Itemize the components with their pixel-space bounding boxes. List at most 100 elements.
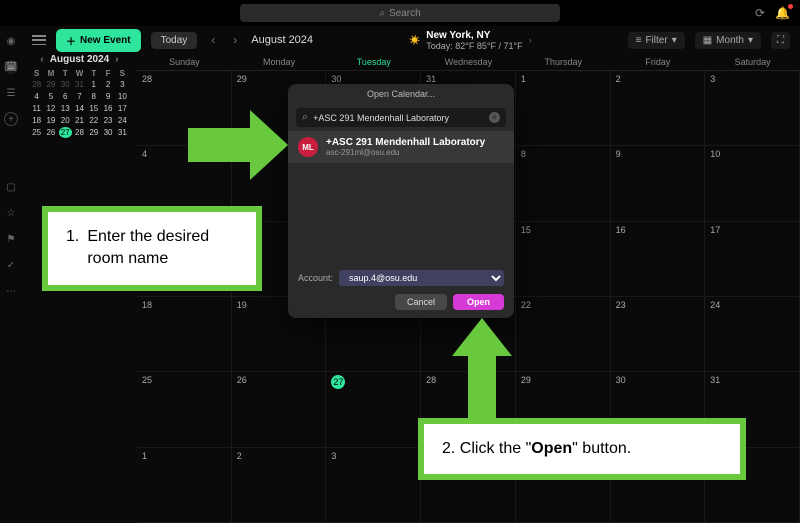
month-label: August 2024 xyxy=(251,34,313,46)
mini-day[interactable]: 6 xyxy=(59,91,72,102)
calendar-cell[interactable]: 25 xyxy=(137,372,232,447)
filter-button[interactable]: ≡ Filter ▾ xyxy=(628,32,685,49)
calendar-cell[interactable]: 23 xyxy=(611,297,706,372)
calendar-cell[interactable]: 1 xyxy=(516,71,611,146)
mini-day[interactable]: 1 xyxy=(87,79,100,90)
mini-day[interactable]: 29 xyxy=(44,79,57,90)
mini-day[interactable]: 21 xyxy=(73,115,86,126)
toolbar: ＋ New Event Today ‹ › August 2024 ☀️ New… xyxy=(22,26,800,54)
rail-item-8[interactable]: ✓ xyxy=(4,258,18,272)
calendar-cell[interactable]: 18 xyxy=(137,297,232,372)
dialog-search-input[interactable] xyxy=(313,113,484,123)
mini-day[interactable]: 29 xyxy=(87,127,100,138)
mini-day[interactable]: 31 xyxy=(73,79,86,90)
weather-city: New York, NY xyxy=(426,30,522,41)
mini-day[interactable]: 15 xyxy=(87,103,100,114)
calendar-cell[interactable]: 26 xyxy=(232,372,327,447)
expand-button[interactable]: ⛶ xyxy=(771,32,790,49)
account-select[interactable]: saup.4@osu.edu xyxy=(339,270,504,286)
mini-day[interactable]: 30 xyxy=(59,79,72,90)
clear-icon[interactable]: × xyxy=(489,112,500,123)
dow-cell: Friday xyxy=(611,54,706,70)
mini-day[interactable]: 17 xyxy=(116,103,129,114)
mini-day[interactable]: 19 xyxy=(44,115,57,126)
mini-day[interactable]: 13 xyxy=(59,103,72,114)
rail-item-1[interactable]: ◉ xyxy=(4,34,18,48)
search-result[interactable]: ML +ASC 291 Mendenhall Laboratory asc-29… xyxy=(288,131,514,163)
mini-day[interactable]: 23 xyxy=(101,115,114,126)
mini-day[interactable]: 14 xyxy=(73,103,86,114)
calendar-cell[interactable]: 2 xyxy=(232,448,327,523)
mini-day[interactable]: 28 xyxy=(73,127,86,138)
sun-icon: ☀️ xyxy=(409,35,420,46)
mini-day[interactable]: 7 xyxy=(73,91,86,102)
dow-cell: Sunday xyxy=(137,54,232,70)
mini-day[interactable]: 25 xyxy=(30,127,43,138)
calendar-cell[interactable]: 17 xyxy=(705,222,800,297)
mini-day[interactable]: 18 xyxy=(30,115,43,126)
expand-icon: ⛶ xyxy=(777,35,784,46)
mini-day[interactable]: 5 xyxy=(44,91,57,102)
calendar-cell[interactable]: 1 xyxy=(137,448,232,523)
mini-day[interactable]: 8 xyxy=(87,91,100,102)
rail-item-5[interactable]: ▢ xyxy=(4,180,18,194)
calendar-cell[interactable]: 27 xyxy=(326,372,421,447)
global-search[interactable]: ⌕ Search xyxy=(240,4,560,22)
mini-day[interactable]: 28 xyxy=(30,79,43,90)
weather-widget[interactable]: ☀️ New York, NY Today: 82°F 85°F / 71°F … xyxy=(409,30,532,51)
calendar-cell[interactable]: 2 xyxy=(611,71,706,146)
rail-item-3[interactable]: ☰ xyxy=(4,86,18,100)
calendar-cell[interactable]: 15 xyxy=(516,222,611,297)
dialog-search[interactable]: ⌕ × xyxy=(296,108,506,127)
mini-day[interactable]: 30 xyxy=(101,127,114,138)
search-placeholder: Search xyxy=(389,8,421,19)
mini-day[interactable]: 11 xyxy=(30,103,43,114)
mini-day[interactable]: 2 xyxy=(101,79,114,90)
mini-dow: S xyxy=(30,69,43,78)
calendar-cell[interactable]: 16 xyxy=(611,222,706,297)
mini-day[interactable]: 3 xyxy=(116,79,129,90)
rail-item-calendar[interactable]: 🗓 xyxy=(4,60,18,74)
open-button[interactable]: Open xyxy=(453,294,504,310)
result-email: asc-291ml@osu.edu xyxy=(326,148,485,157)
calendar-icon: ▦ xyxy=(703,35,712,46)
calendar-cell[interactable]: 22 xyxy=(516,297,611,372)
mini-prev-icon[interactable]: ‹ xyxy=(40,54,43,65)
calendar-cell[interactable]: 9 xyxy=(611,146,706,221)
dialog-actions: Cancel Open xyxy=(288,290,514,310)
view-label: Month xyxy=(716,35,744,46)
mini-dow: S xyxy=(116,69,129,78)
mini-day[interactable]: 31 xyxy=(116,127,129,138)
cancel-button[interactable]: Cancel xyxy=(395,294,447,310)
search-icon: ⌕ xyxy=(302,111,308,124)
calendar-cell[interactable]: 10 xyxy=(705,146,800,221)
mini-day[interactable]: 22 xyxy=(87,115,100,126)
prev-month-icon[interactable]: ‹ xyxy=(207,33,219,47)
new-event-button[interactable]: ＋ New Event xyxy=(56,29,141,52)
mini-day[interactable]: 24 xyxy=(116,115,129,126)
calendar-cell[interactable]: 3 xyxy=(705,71,800,146)
mini-day[interactable]: 16 xyxy=(101,103,114,114)
next-month-icon[interactable]: › xyxy=(229,33,241,47)
today-button[interactable]: Today xyxy=(151,32,198,49)
calendar-cell[interactable]: 24 xyxy=(705,297,800,372)
sync-icon[interactable]: ⟳ xyxy=(755,6,765,20)
mini-day[interactable]: 12 xyxy=(44,103,57,114)
view-button[interactable]: ▦ Month ▾ xyxy=(695,32,761,49)
mini-day[interactable]: 10 xyxy=(116,91,129,102)
bell-icon[interactable]: 🔔 xyxy=(775,6,790,20)
mini-next-icon[interactable]: › xyxy=(115,54,118,65)
calendar-cell[interactable]: 8 xyxy=(516,146,611,221)
rail-item-more[interactable]: ⋯ xyxy=(4,284,18,298)
hamburger-icon[interactable] xyxy=(32,35,46,45)
callout-2: 2. Click the "Open" button. xyxy=(418,418,746,480)
calendar-cell[interactable]: 3 xyxy=(326,448,421,523)
mini-day[interactable]: 4 xyxy=(30,91,43,102)
rail-item-7[interactable]: ⚑ xyxy=(4,232,18,246)
mini-day[interactable]: 9 xyxy=(101,91,114,102)
mini-day[interactable]: 20 xyxy=(59,115,72,126)
mini-day[interactable]: 27 xyxy=(59,127,72,138)
rail-item-6[interactable]: ☆ xyxy=(4,206,18,220)
mini-day[interactable]: 26 xyxy=(44,127,57,138)
rail-item-add[interactable]: + xyxy=(4,112,18,126)
